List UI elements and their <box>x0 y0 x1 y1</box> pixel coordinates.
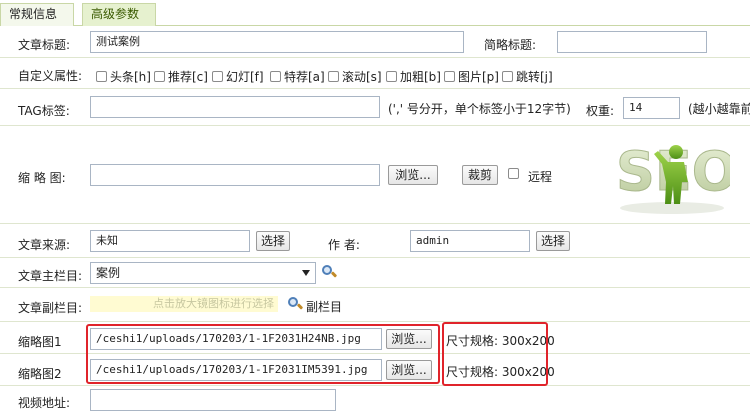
attr-slide-checkbox[interactable] <box>212 71 223 82</box>
thumbnail1-label: 缩略图1 <box>18 335 62 349</box>
remote-label: 远程 <box>528 170 553 184</box>
search-icon[interactable] <box>322 265 338 279</box>
thumbnail2-label: 缩略图2 <box>18 367 62 381</box>
attr-scroll[interactable]: 滚动[s] <box>328 68 382 84</box>
highlight-box-sizes <box>442 322 548 386</box>
title-input[interactable]: 测试案例 <box>90 31 464 53</box>
attr-slide[interactable]: 幻灯[f] <box>212 68 264 84</box>
attr-special[interactable]: 特荐[a] <box>270 68 325 84</box>
tab-bar: 常规信息 高级参数 <box>0 0 750 26</box>
sub-column-search-icon[interactable] <box>288 297 304 311</box>
attr-recommend[interactable]: 推荐[c] <box>154 68 208 84</box>
video-row: 视频地址: <box>0 386 750 413</box>
main-column-label: 文章主栏目: <box>18 269 83 283</box>
attr-jump[interactable]: 跳转[j] <box>502 68 553 84</box>
author-select-button[interactable]: 选择 <box>536 231 570 251</box>
source-select-button[interactable]: 选择 <box>256 231 290 251</box>
source-input[interactable]: 未知 <box>90 230 250 252</box>
author-input[interactable]: admin <box>410 230 530 252</box>
thumbnail-browse-button[interactable]: 浏览... <box>388 165 438 185</box>
thumbnail-crop-button[interactable]: 裁剪 <box>462 165 498 185</box>
highlight-box-inputs <box>86 324 440 384</box>
remote-checkbox[interactable] <box>508 168 519 179</box>
attr-scroll-checkbox[interactable] <box>328 71 339 82</box>
sub-column-link[interactable]: 副栏目 <box>306 298 342 315</box>
attr-headline-checkbox[interactable] <box>96 71 107 82</box>
attr-special-checkbox[interactable] <box>270 71 281 82</box>
sub-column-label: 文章副栏目: <box>18 301 83 315</box>
attr-recommend-checkbox[interactable] <box>154 71 165 82</box>
tag-input[interactable] <box>90 96 380 118</box>
author-label: 作 者: <box>328 238 360 252</box>
attr-image-checkbox[interactable] <box>444 71 455 82</box>
custom-attr-label: 自定义属性: <box>18 69 83 83</box>
attr-jump-checkbox[interactable] <box>502 71 513 82</box>
main-column-selected: 案例 <box>96 266 121 280</box>
main-column-row: 文章主栏目: 案例 <box>0 258 750 288</box>
tab-advanced-params[interactable]: 高级参数 <box>82 3 156 26</box>
source-row: 文章来源: 未知 选择 作 者: admin 选择 <box>0 224 750 258</box>
weight-input[interactable]: 14 <box>623 97 680 119</box>
main-column-select[interactable]: 案例 <box>90 262 316 284</box>
weight-hint: (越小越靠前) <box>688 102 750 116</box>
sub-column-row: 文章副栏目: 点击放大镜图标进行选择 副栏目 <box>0 288 750 322</box>
attr-bold[interactable]: 加粗[b] <box>386 68 441 84</box>
tag-hint: (',' 号分开，单个标签小于12字节) <box>388 102 571 116</box>
attr-bold-checkbox[interactable] <box>386 71 397 82</box>
thumbnail-input[interactable] <box>90 164 380 186</box>
tag-label: TAG标签: <box>18 104 70 118</box>
title-row: 文章标题: 测试案例 简略标题: <box>0 27 750 58</box>
tab-normal-info[interactable]: 常规信息 <box>0 3 74 26</box>
custom-attr-row: 自定义属性: 头条[h] 推荐[c] 幻灯[f] 特荐[a] 滚动[s] 加粗[… <box>0 58 750 89</box>
sub-column-hint: 点击放大镜图标进行选择 <box>90 296 278 312</box>
title-label: 文章标题: <box>18 38 71 52</box>
short-title-input[interactable] <box>557 31 707 53</box>
video-label: 视频地址: <box>18 396 71 410</box>
seo-logo-icon: SEO <box>616 140 738 214</box>
attr-headline[interactable]: 头条[h] <box>96 68 151 84</box>
chevron-down-icon <box>302 270 310 276</box>
thumbnail-label: 缩 略 图: <box>18 171 66 185</box>
video-input[interactable] <box>90 389 336 411</box>
title-input-value: 测试案例 <box>96 35 140 48</box>
attr-image[interactable]: 图片[p] <box>444 68 499 84</box>
seo-thumbnail-image: SEO <box>612 124 738 216</box>
source-label: 文章来源: <box>18 238 71 252</box>
weight-label: 权重: <box>586 104 615 118</box>
short-title-label: 简略标题: <box>484 38 537 52</box>
tag-row: TAG标签: (',' 号分开，单个标签小于12字节) 权重: 14 (越小越靠… <box>0 89 750 126</box>
